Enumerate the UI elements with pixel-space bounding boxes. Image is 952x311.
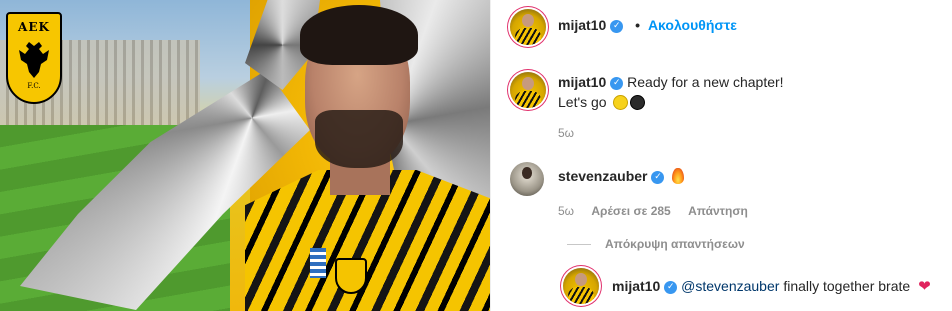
fire-emoji-icon: [672, 168, 685, 184]
heart-emoji-icon: ❤: [918, 277, 931, 295]
logo-fc: F.C.: [27, 82, 41, 90]
caption-meta: 5ω: [558, 126, 588, 140]
player-figure: [245, 0, 490, 311]
verified-badge-icon: ✓: [610, 19, 624, 33]
caption-text-1: Ready for a new chapter!: [627, 74, 784, 90]
comment-1-meta: 5ω Αρέσει σε 285 Απάντηση: [558, 204, 762, 218]
caption-line-2: Let's go: [558, 92, 938, 112]
reply-1: mijat10 ✓ @stevenzauber finally together …: [612, 276, 931, 296]
follow-button[interactable]: Ακολουθήστε: [648, 17, 737, 33]
hide-replies-button[interactable]: Απόκρυψη απαντήσεων: [605, 237, 745, 251]
greek-flag-patch: [310, 248, 326, 278]
header-avatar[interactable]: [510, 9, 546, 45]
separator-dot: •: [635, 17, 641, 33]
jersey-crest: [335, 258, 367, 294]
hide-replies-line: [567, 244, 591, 245]
verified-badge-icon: ✓: [610, 76, 624, 90]
reply-avatar[interactable]: [563, 268, 599, 304]
black-circle-emoji-icon: [629, 95, 645, 110]
reply-username[interactable]: mijat10: [612, 278, 660, 294]
comments-panel: mijat10 ✓ • Ακολουθήστε mijat10 ✓ Ready fo…: [490, 0, 952, 311]
comment-likes[interactable]: Αρέσει σε 285: [591, 204, 670, 218]
caption-avatar[interactable]: [510, 72, 546, 108]
verified-badge-icon: ✓: [651, 170, 665, 184]
yellow-circle-emoji-icon: [612, 95, 628, 110]
comment-avatar[interactable]: [510, 162, 544, 196]
player-hair: [300, 5, 418, 65]
reply-button[interactable]: Απάντηση: [688, 204, 748, 218]
caption: mijat10 ✓ Ready for a new chapter! Let's …: [558, 72, 938, 112]
header-username[interactable]: mijat10: [558, 17, 606, 33]
post-header: mijat10 ✓ • Ακολουθήστε: [558, 17, 737, 33]
reply-text: finally together brate: [783, 278, 911, 294]
caption-time[interactable]: 5ω: [558, 126, 574, 140]
caption-text-2: Let's go: [558, 94, 607, 110]
caption-line-1: mijat10 ✓ Ready for a new chapter!: [558, 72, 938, 92]
post-image[interactable]: ΑΕΚ F.C.: [0, 0, 490, 311]
comment-time[interactable]: 5ω: [558, 204, 574, 218]
comment-1: stevenzauber ✓: [558, 166, 685, 186]
mention-link[interactable]: @stevenzauber: [681, 278, 779, 294]
player-beard: [315, 110, 403, 168]
club-logo: ΑΕΚ F.C.: [6, 12, 62, 104]
logo-text: ΑΕΚ: [18, 20, 50, 34]
comment-username[interactable]: stevenzauber: [558, 168, 647, 184]
caption-username[interactable]: mijat10: [558, 74, 606, 90]
double-headed-eagle-icon: [19, 42, 49, 78]
verified-badge-icon: ✓: [664, 280, 678, 294]
